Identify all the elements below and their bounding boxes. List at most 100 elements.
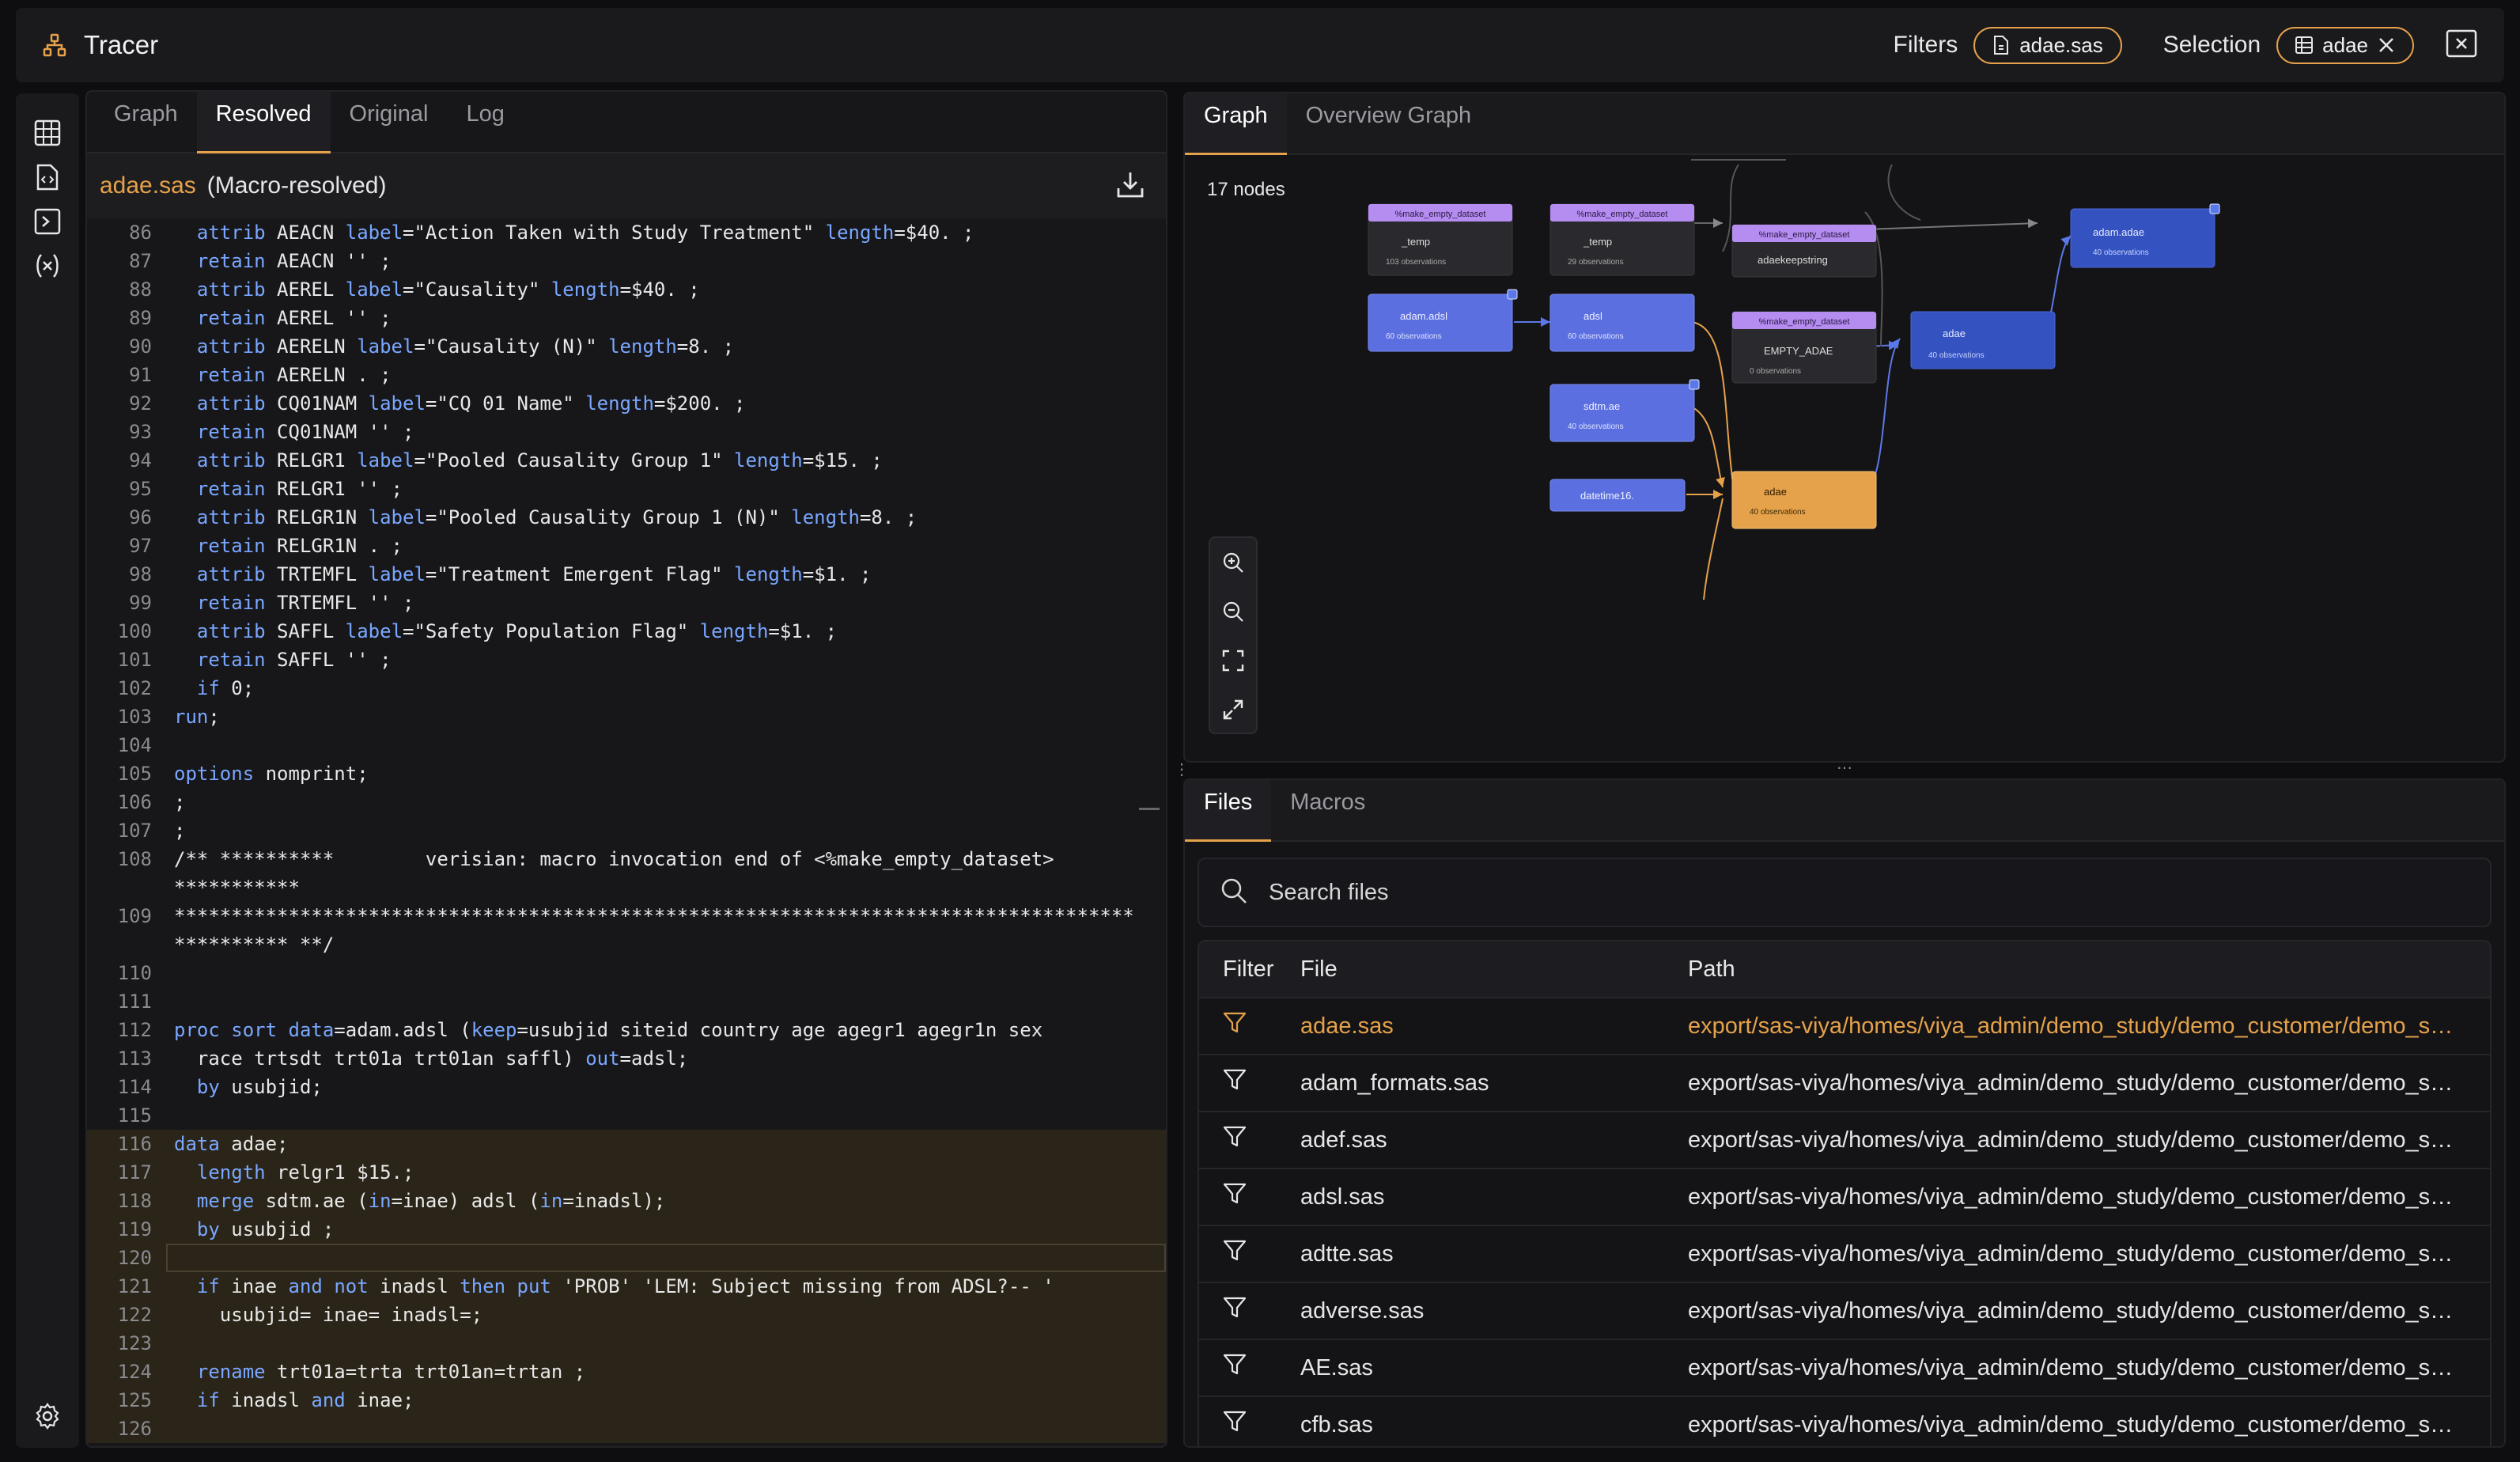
- filter-funnel-icon[interactable]: [1199, 1354, 1300, 1382]
- tab-resolved[interactable]: Resolved: [196, 92, 331, 153]
- code-line[interactable]: 122 usubjid= inae= inadsl=;: [87, 1301, 1166, 1329]
- graph-node[interactable]: adae 40 observations: [1910, 311, 2056, 369]
- table-row[interactable]: adae.sas export/sas-viya/homes/viya_admin…: [1199, 998, 2490, 1055]
- filter-funnel-icon[interactable]: [1199, 1126, 1300, 1154]
- code-line[interactable]: 107;: [87, 816, 1166, 845]
- settings-gear-icon[interactable]: [32, 1400, 63, 1432]
- column-header-filter[interactable]: Filter: [1199, 956, 1300, 983]
- filter-funnel-icon[interactable]: [1199, 1297, 1300, 1325]
- code-line[interactable]: 111: [87, 987, 1166, 1016]
- table-row[interactable]: adverse.sas export/sas-viya/homes/viya_ad…: [1199, 1283, 2490, 1340]
- tab-original[interactable]: Original: [331, 92, 448, 152]
- code-line[interactable]: 108 /** ********** verisian: macro invoca…: [87, 845, 1166, 902]
- code-line[interactable]: 98 attrib TRTEMFL label="Treatment Emerg…: [87, 560, 1166, 589]
- code-line[interactable]: 113 race trtsdt trt01a trt01an saffl) ou…: [87, 1044, 1166, 1073]
- table-row[interactable]: adam_formats.sas export/sas-viya/homes/vi…: [1199, 1055, 2490, 1112]
- code-line[interactable]: 112 proc sort data=adam.adsl (keep=usubji…: [87, 1016, 1166, 1044]
- filter-funnel-icon[interactable]: [1199, 1183, 1300, 1211]
- rail-table-icon[interactable]: [32, 117, 63, 149]
- table-row[interactable]: cfb.sas export/sas-viya/homes/viya_admin/…: [1199, 1397, 2490, 1446]
- graph-node[interactable]: %make_empty_dataset EMPTY_ADAE 0 observa…: [1731, 311, 1877, 384]
- graph-node[interactable]: %make_empty_dataset adaekeepstring: [1731, 224, 1877, 278]
- code-line[interactable]: 123: [87, 1329, 1166, 1358]
- fit-view-icon[interactable]: [1210, 636, 1256, 685]
- tab-overview-graph[interactable]: Overview Graph: [1287, 93, 1491, 153]
- code-editor[interactable]: 86 attrib AEACN label="Action Taken with…: [87, 218, 1166, 1446]
- vertical-splitter[interactable]: ⋮: [1174, 759, 1190, 779]
- code-line[interactable]: 119 by usubjid ;: [87, 1215, 1166, 1244]
- graph-node[interactable]: %make_empty_dataset _temp 103 observatio…: [1368, 203, 1513, 276]
- table-row[interactable]: AE.sas export/sas-viya/homes/viya_admin/d…: [1199, 1340, 2490, 1397]
- code-line[interactable]: 109 *************************************…: [87, 902, 1166, 959]
- selection-pill[interactable]: adae: [2276, 26, 2414, 64]
- code-line[interactable]: 114 by usubjid;: [87, 1073, 1166, 1101]
- rail-terminal-icon[interactable]: [32, 206, 63, 237]
- code-line[interactable]: 126: [87, 1415, 1166, 1443]
- graph-node[interactable]: sdtm.ae 40 observations: [1549, 379, 1700, 442]
- code-line[interactable]: 120: [87, 1244, 1166, 1272]
- graph-node[interactable]: adsl 60 observations: [1549, 294, 1695, 352]
- code-line[interactable]: 100 attrib SAFFL label="Safety Populatio…: [87, 617, 1166, 646]
- code-line[interactable]: 95 retain RELGR1 '' ;: [87, 475, 1166, 503]
- code-line[interactable]: 106;: [87, 788, 1166, 816]
- table-row[interactable]: adtte.sas export/sas-viya/homes/viya_admi…: [1199, 1226, 2490, 1283]
- code-line[interactable]: 121 if inae and not inadsl then put 'PRO…: [87, 1272, 1166, 1301]
- code-line[interactable]: 96 attrib RELGR1N label="Pooled Causalit…: [87, 503, 1166, 532]
- code-line[interactable]: 105 options nomprint;: [87, 759, 1166, 788]
- line-number: 107: [117, 820, 152, 842]
- column-header-file[interactable]: File: [1300, 956, 1688, 983]
- table-row[interactable]: adsl.sas export/sas-viya/homes/viya_admin…: [1199, 1169, 2490, 1226]
- lineage-graph[interactable]: %make_empty_dataset _temp 103 observatio…: [1185, 157, 2506, 763]
- graph-node[interactable]: adam.adsl 60 observations: [1368, 289, 1518, 352]
- tab-files[interactable]: Files: [1185, 780, 1272, 842]
- tab-log[interactable]: Log: [447, 92, 523, 152]
- rail-variable-icon[interactable]: [32, 250, 63, 282]
- clear-selection-icon[interactable]: [2378, 36, 2395, 54]
- code-line[interactable]: 99 retain TRTEMFL '' ;: [87, 589, 1166, 617]
- code-line[interactable]: 87 retain AEACN '' ;: [87, 247, 1166, 275]
- graph-node[interactable]: datetime16.: [1549, 479, 1686, 512]
- column-header-path[interactable]: Path: [1688, 956, 2490, 983]
- code-line[interactable]: 86 attrib AEACN label="Action Taken with…: [87, 218, 1166, 247]
- code-line[interactable]: 117 length relgr1 $15.;: [87, 1158, 1166, 1187]
- code-line[interactable]: 110: [87, 959, 1166, 987]
- filter-funnel-icon[interactable]: [1199, 1240, 1300, 1268]
- table-row[interactable]: adef.sas export/sas-viya/homes/viya_admin…: [1199, 1112, 2490, 1169]
- code-line[interactable]: 125 if inadsl and inae;: [87, 1386, 1166, 1415]
- code-line[interactable]: 101 retain SAFFL '' ;: [87, 646, 1166, 674]
- code-line[interactable]: 124 rename trt01a=trta trt01an=trtan ;: [87, 1358, 1166, 1386]
- graph-node[interactable]: %make_empty_dataset _temp 29 observation…: [1549, 203, 1695, 276]
- filter-pill[interactable]: adae.sas: [1973, 26, 2122, 64]
- code-line[interactable]: 116 data adae;: [87, 1130, 1166, 1158]
- tab-graph[interactable]: Graph: [95, 92, 197, 152]
- code-line[interactable]: 97 retain RELGR1N . ;: [87, 532, 1166, 560]
- horizontal-splitter[interactable]: ⋯: [1837, 758, 1852, 778]
- filter-funnel-icon[interactable]: [1199, 1012, 1300, 1040]
- graph-node[interactable]: adam.adae 40 observations: [2070, 203, 2220, 268]
- code-line[interactable]: 103 run;: [87, 703, 1166, 731]
- rail-code-file-icon[interactable]: [32, 161, 63, 193]
- filter-funnel-icon[interactable]: [1199, 1411, 1300, 1439]
- code-line[interactable]: 102 if 0;: [87, 674, 1166, 703]
- code-line[interactable]: 115: [87, 1101, 1166, 1130]
- code-line[interactable]: 93 retain CQ01NAM '' ;: [87, 418, 1166, 446]
- expand-icon[interactable]: [1210, 685, 1256, 734]
- code-line[interactable]: 94 attrib RELGR1 label="Pooled Causality…: [87, 446, 1166, 475]
- download-icon[interactable]: [1115, 169, 1145, 203]
- code-line[interactable]: 104: [87, 731, 1166, 759]
- code-line[interactable]: 90 attrib AERELN label="Causality (N)" l…: [87, 332, 1166, 361]
- graph-node-selected[interactable]: adae 40 observations: [1731, 471, 1877, 529]
- close-panel-icon[interactable]: [2446, 28, 2477, 63]
- code-line[interactable]: 92 attrib CQ01NAM label="CQ 01 Name" len…: [87, 389, 1166, 418]
- tab-graph-view[interactable]: Graph: [1185, 93, 1287, 155]
- code-line[interactable]: 91 retain AERELN . ;: [87, 361, 1166, 389]
- code-line[interactable]: 89 retain AEREL '' ;: [87, 304, 1166, 332]
- scrollbar[interactable]: [1139, 808, 1160, 810]
- filter-funnel-icon[interactable]: [1199, 1069, 1300, 1097]
- code-line[interactable]: 118 merge sdtm.ae (in=inae) adsl (in=ina…: [87, 1187, 1166, 1215]
- code-line[interactable]: 88 attrib AEREL label="Causality" length…: [87, 275, 1166, 304]
- search-input[interactable]: [1269, 879, 2455, 906]
- zoom-in-icon[interactable]: [1210, 538, 1256, 587]
- zoom-out-icon[interactable]: [1210, 587, 1256, 636]
- tab-macros[interactable]: Macros: [1271, 780, 1384, 840]
